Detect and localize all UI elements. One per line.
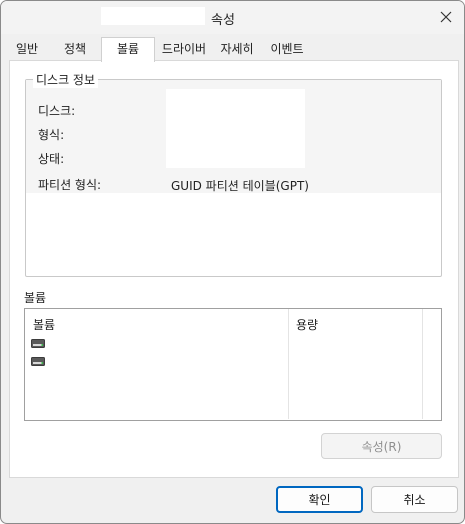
type-label: 형식: <box>38 128 65 142</box>
volume-properties-button[interactable]: 속성(R) <box>321 433 442 459</box>
volumes-section-label: 볼륨 <box>24 291 47 305</box>
redacted-title-area <box>101 7 205 25</box>
redacted-values-area <box>166 89 305 168</box>
volumes-tab-panel: 디스크 정보 디스크: 형식: 상태: 파티션 형식: GUID 파티션 테이블… <box>9 60 459 478</box>
ok-button[interactable]: 확인 <box>276 486 363 513</box>
drive-icon <box>31 339 45 348</box>
list-header: 볼륨 용량 <box>25 309 422 334</box>
dialog-title: 속성 <box>211 13 235 28</box>
tab-policies[interactable]: 정책 <box>53 39 97 60</box>
partition-style-value: GUID 파티션 테이블(GPT) <box>171 179 309 193</box>
drive-icon <box>31 357 45 366</box>
disk-info-title: 디스크 정보 <box>33 71 99 88</box>
cancel-button[interactable]: 취소 <box>371 486 458 513</box>
tab-volumes[interactable]: 볼륨 <box>101 37 155 62</box>
tab-general[interactable]: 일반 <box>9 39 45 60</box>
tab-strip: 일반 정책 볼륨 드라이버 자세히 이벤트 <box>1 37 464 62</box>
column-header-volume[interactable]: 볼륨 <box>33 316 55 333</box>
status-label: 상태: <box>38 152 65 166</box>
tab-driver[interactable]: 드라이버 <box>156 39 212 60</box>
tab-events[interactable]: 이벤트 <box>264 39 310 60</box>
title-bar: 속성 <box>1 1 464 34</box>
column-header-capacity[interactable]: 용량 <box>296 316 318 333</box>
close-icon <box>440 11 452 23</box>
list-item[interactable] <box>31 339 45 349</box>
disk-label: 디스크: <box>38 104 76 118</box>
list-item[interactable] <box>31 357 45 367</box>
partition-style-label: 파티션 형식: <box>38 178 102 192</box>
close-button[interactable] <box>431 4 461 30</box>
tab-details[interactable]: 자세히 <box>214 39 260 60</box>
properties-dialog: 속성 일반 정책 볼륨 드라이버 자세히 이벤트 디스크 정보 디스크: 형식:… <box>0 0 465 524</box>
volumes-list[interactable]: 볼륨 용량 <box>24 308 442 421</box>
disk-info-group: 디스크 정보 디스크: 형식: 상태: 파티션 형식: GUID 파티션 테이블… <box>25 71 442 277</box>
